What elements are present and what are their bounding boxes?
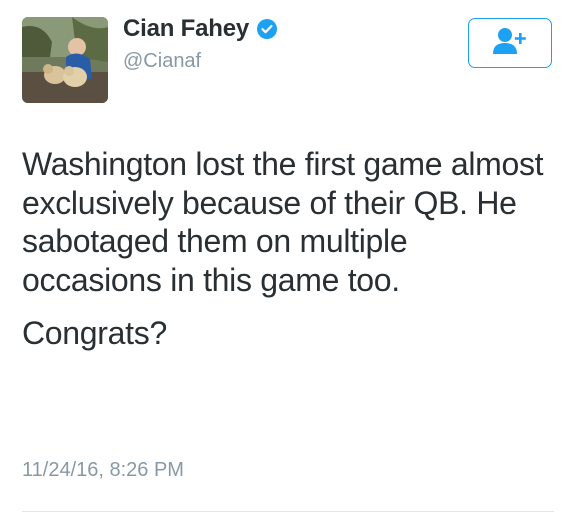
divider bbox=[22, 511, 554, 512]
verified-badge-icon bbox=[256, 18, 278, 40]
display-name[interactable]: Cian Fahey bbox=[123, 15, 249, 43]
tweet-paragraph: Washington lost the first game almost ex… bbox=[22, 146, 544, 298]
tweet-text: Washington lost the first game almost ex… bbox=[22, 145, 552, 353]
follow-button[interactable] bbox=[468, 18, 552, 68]
avatar[interactable] bbox=[22, 17, 108, 103]
tweet-paragraph: Congrats? bbox=[22, 315, 167, 351]
user-name-row: Cian Fahey bbox=[123, 15, 278, 43]
user-handle[interactable]: @Cianaf bbox=[123, 50, 201, 73]
tweet-timestamp[interactable]: 11/24/16, 8:26 PM bbox=[22, 459, 184, 482]
add-user-icon bbox=[491, 26, 529, 61]
